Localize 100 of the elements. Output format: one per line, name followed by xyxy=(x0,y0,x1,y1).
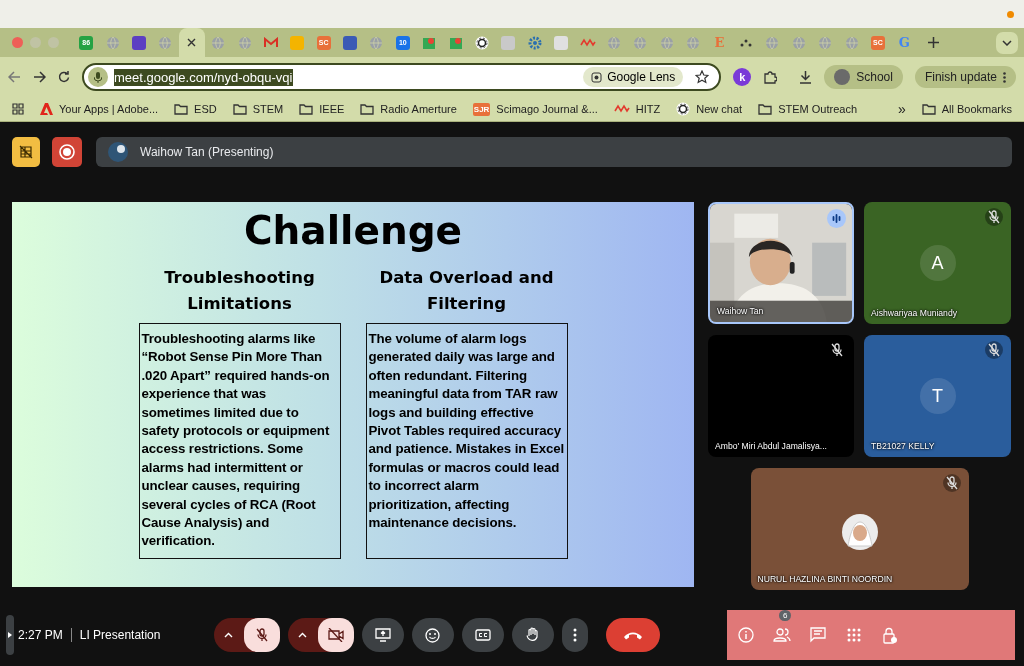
bookmark[interactable]: SJR Scimago Journal &... xyxy=(472,102,598,116)
captions-icon xyxy=(474,629,491,641)
camera-off-icon xyxy=(327,628,344,642)
globe-icon xyxy=(844,35,859,50)
app-icon: SJR xyxy=(472,102,491,116)
slide-title: Challenge xyxy=(244,208,462,253)
activities-button[interactable] xyxy=(845,626,863,644)
update-button[interactable]: Finish update xyxy=(914,66,1016,88)
clock: 2:27 PM xyxy=(18,628,63,642)
chat-button[interactable] xyxy=(809,626,827,644)
more-bookmarks[interactable]: » xyxy=(897,101,906,117)
info-button[interactable] xyxy=(737,626,755,644)
all-bookmarks[interactable]: All Bookmarks xyxy=(921,103,1012,115)
text-box: Troubleshooting alarms like “Robot Sense Pin More Than .020 Apart” required hands-on experience that was sometimes limited due to safety protocols or equipment access restrictions. Some alarms had intermittent or unclear causes, requiring several cycles of RCA (Root Cause Analysis) and verification. xyxy=(138,323,341,559)
panel-handle[interactable] xyxy=(6,615,14,655)
folder-icon xyxy=(232,103,247,115)
participant-name: Aishwariyaa Muniandy xyxy=(871,308,957,318)
avatar: T xyxy=(919,378,956,414)
people-icon xyxy=(773,628,791,642)
google-lens-button[interactable]: Google Lens xyxy=(583,67,684,87)
table-off-icon xyxy=(19,145,33,159)
bookmark[interactable]: IEEE xyxy=(299,103,345,115)
more-options-button[interactable] xyxy=(561,618,588,652)
folder-icon xyxy=(299,103,314,115)
letter-icon: E xyxy=(714,35,725,50)
close-window-button[interactable] xyxy=(12,37,23,48)
recording-button[interactable] xyxy=(52,137,82,167)
raise-hand-button[interactable] xyxy=(511,618,554,652)
info-icon xyxy=(738,627,754,643)
participant-tile[interactable]: Ambo' Miri Abdul Jamalisya... xyxy=(708,335,854,457)
lens-icon xyxy=(591,71,603,83)
folder-icon xyxy=(921,103,936,115)
download-icon[interactable] xyxy=(799,70,813,84)
bookmark[interactable]: ESD xyxy=(174,103,217,115)
dots-icon xyxy=(739,38,752,47)
globe-icon xyxy=(158,35,173,50)
participant-tile[interactable]: Waihow Tan xyxy=(708,202,854,324)
knot-icon xyxy=(475,35,490,50)
column-heading: Troubleshooting Limitations xyxy=(163,267,316,315)
mail-icon xyxy=(263,37,278,48)
captions-button[interactable] xyxy=(461,618,504,652)
bookmark[interactable]: HITZ xyxy=(613,103,661,115)
tab-search-button[interactable] xyxy=(996,31,1018,54)
record-icon xyxy=(59,144,75,160)
bookmark[interactable]: New chat xyxy=(676,102,743,116)
profile-button[interactable]: School xyxy=(824,65,903,89)
avatar: A xyxy=(919,245,956,281)
globe-icon xyxy=(765,35,780,50)
participant-name: Ambo' Miri Abdul Jamalisya... xyxy=(715,441,827,451)
puzzle-icon[interactable] xyxy=(763,70,778,84)
new-tab-icon[interactable] xyxy=(927,37,939,48)
globe-icon xyxy=(633,35,648,50)
grid-icon xyxy=(847,628,861,642)
hand-icon xyxy=(525,627,540,643)
column-heading: Data Overload and Filtering xyxy=(378,267,555,315)
address-bar[interactable]: meet.google.com/nyd-obqu-vqi Google Lens xyxy=(82,63,722,91)
knot-icon xyxy=(676,102,691,116)
bookmark[interactable]: STEM xyxy=(232,103,284,115)
caret-icon xyxy=(224,632,234,638)
globe-icon xyxy=(659,35,674,50)
smiley-icon xyxy=(425,627,441,643)
globe-icon xyxy=(369,35,384,50)
participant-name: Waihow Tan xyxy=(717,306,764,316)
folder-icon xyxy=(758,103,773,115)
globe-icon xyxy=(211,35,226,50)
participant-tile[interactable]: A Aishwariyaa Muniandy xyxy=(864,202,1011,324)
back-icon[interactable] xyxy=(8,71,21,83)
triangle-icon xyxy=(8,632,12,638)
folder-icon xyxy=(360,103,375,115)
extension-icon[interactable]: k xyxy=(733,68,752,86)
lock-icon xyxy=(882,626,898,644)
participant-tile[interactable]: NURUL HAZLINA BINTI NOORDIN xyxy=(750,468,969,590)
avatar xyxy=(108,142,128,162)
globe-icon xyxy=(105,35,120,50)
mic-icon xyxy=(94,71,102,83)
chevron-down-icon xyxy=(1002,39,1012,46)
host-controls-button[interactable] xyxy=(881,626,899,644)
squiggle-icon xyxy=(613,104,630,114)
forward-icon[interactable] xyxy=(33,71,46,83)
leave-call-button[interactable] xyxy=(605,618,660,652)
notes-button[interactable] xyxy=(12,137,40,167)
voice-search-button[interactable] xyxy=(88,67,108,87)
reload-icon[interactable] xyxy=(58,71,70,83)
people-count: 6 xyxy=(779,610,792,621)
participant-tile[interactable]: T TB21027 KELLY xyxy=(864,335,1011,457)
caret-icon xyxy=(298,632,308,638)
bookmark[interactable]: Radio Amerture xyxy=(360,103,457,115)
text-box: The volume of alarm logs generated daily was large and often redundant. Filtering meaningful data from TAR raw logs and building effective Pivot Tables required accuracy and patience. Mistakes in Excel formulas or macros could lead to incorrect alarm prioritization, affecting maintenance decisions. xyxy=(365,323,568,559)
bookmark[interactable]: STEM Outreach xyxy=(758,103,858,115)
emoji-button[interactable] xyxy=(411,618,454,652)
bookmark[interactable]: Your Apps | Adobe... xyxy=(40,103,159,115)
globe-icon xyxy=(607,35,621,50)
globe-icon xyxy=(818,35,833,50)
microphone-button[interactable] xyxy=(243,618,280,652)
more-icon xyxy=(1003,71,1006,83)
presenter-label: Waihow Tan (Presenting) xyxy=(140,145,274,159)
star-icon[interactable] xyxy=(695,70,710,84)
apps-grid-icon[interactable] xyxy=(12,103,24,115)
present-button[interactable] xyxy=(361,618,404,652)
camera-button[interactable] xyxy=(317,618,354,652)
